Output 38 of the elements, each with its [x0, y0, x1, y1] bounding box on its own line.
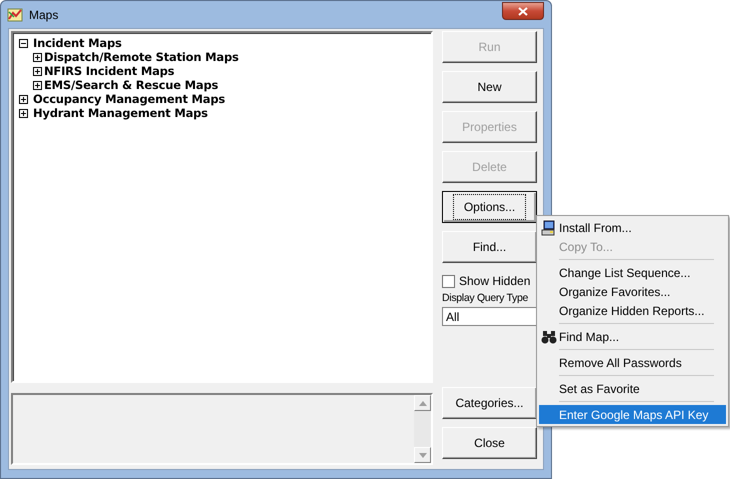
expander-icon[interactable] — [33, 80, 42, 90]
tree-item[interactable]: Occupancy Management Maps — [33, 92, 226, 106]
scroll-up-button[interactable] — [414, 395, 431, 411]
expander-icon[interactable] — [19, 94, 28, 104]
expander-icon[interactable] — [19, 38, 28, 48]
tree-item[interactable]: EMS/Search & Rescue Maps — [44, 78, 218, 92]
up-arrow-icon — [418, 400, 426, 406]
dialog-button[interactable]: New — [442, 71, 537, 103]
tree-item[interactable]: Incident Maps — [33, 36, 122, 50]
close-button[interactable] — [502, 2, 544, 20]
dialog-button[interactable]: Options... — [442, 191, 537, 223]
checkbox-label: Show Hidden — [459, 274, 530, 288]
close-icon — [518, 6, 528, 16]
map-icon — [7, 6, 23, 22]
checkbox[interactable] — [442, 274, 455, 288]
down-arrow-icon — [418, 452, 426, 458]
dialog-button[interactable]: Find... — [442, 231, 537, 263]
tree-item[interactable]: Dispatch/Remote Station Maps — [44, 50, 239, 64]
tree-item[interactable]: NFIRS Incident Maps — [44, 64, 174, 78]
expander-icon[interactable] — [33, 66, 42, 76]
computer-icon — [541, 220, 557, 236]
tree-item[interactable]: Hydrant Management Maps — [33, 106, 208, 120]
dialog-button[interactable]: Close — [442, 427, 537, 459]
menu-item[interactable]: Set as Favorite — [539, 379, 726, 398]
menu-item[interactable]: Change List Sequence... — [539, 263, 726, 282]
binoculars-icon — [541, 330, 557, 344]
menu-item[interactable]: Find Map... — [539, 327, 726, 346]
menu-item[interactable]: Organize Hidden Reports... — [539, 301, 726, 320]
scroll-down-button[interactable] — [414, 447, 431, 463]
window-title: Maps — [29, 8, 60, 22]
menu-item[interactable]: Install From... — [539, 218, 726, 237]
expander-icon[interactable] — [19, 108, 28, 118]
menu-item[interactable]: Organize Favorites... — [539, 282, 726, 301]
expander-icon[interactable] — [33, 52, 42, 62]
dialog-button[interactable]: Categories... — [442, 387, 537, 419]
menu-item[interactable]: Remove All Passwords — [539, 353, 726, 372]
menu-item[interactable]: Enter Google Maps API Key — [539, 405, 726, 424]
field-label: Display Query Type — [442, 292, 530, 304]
